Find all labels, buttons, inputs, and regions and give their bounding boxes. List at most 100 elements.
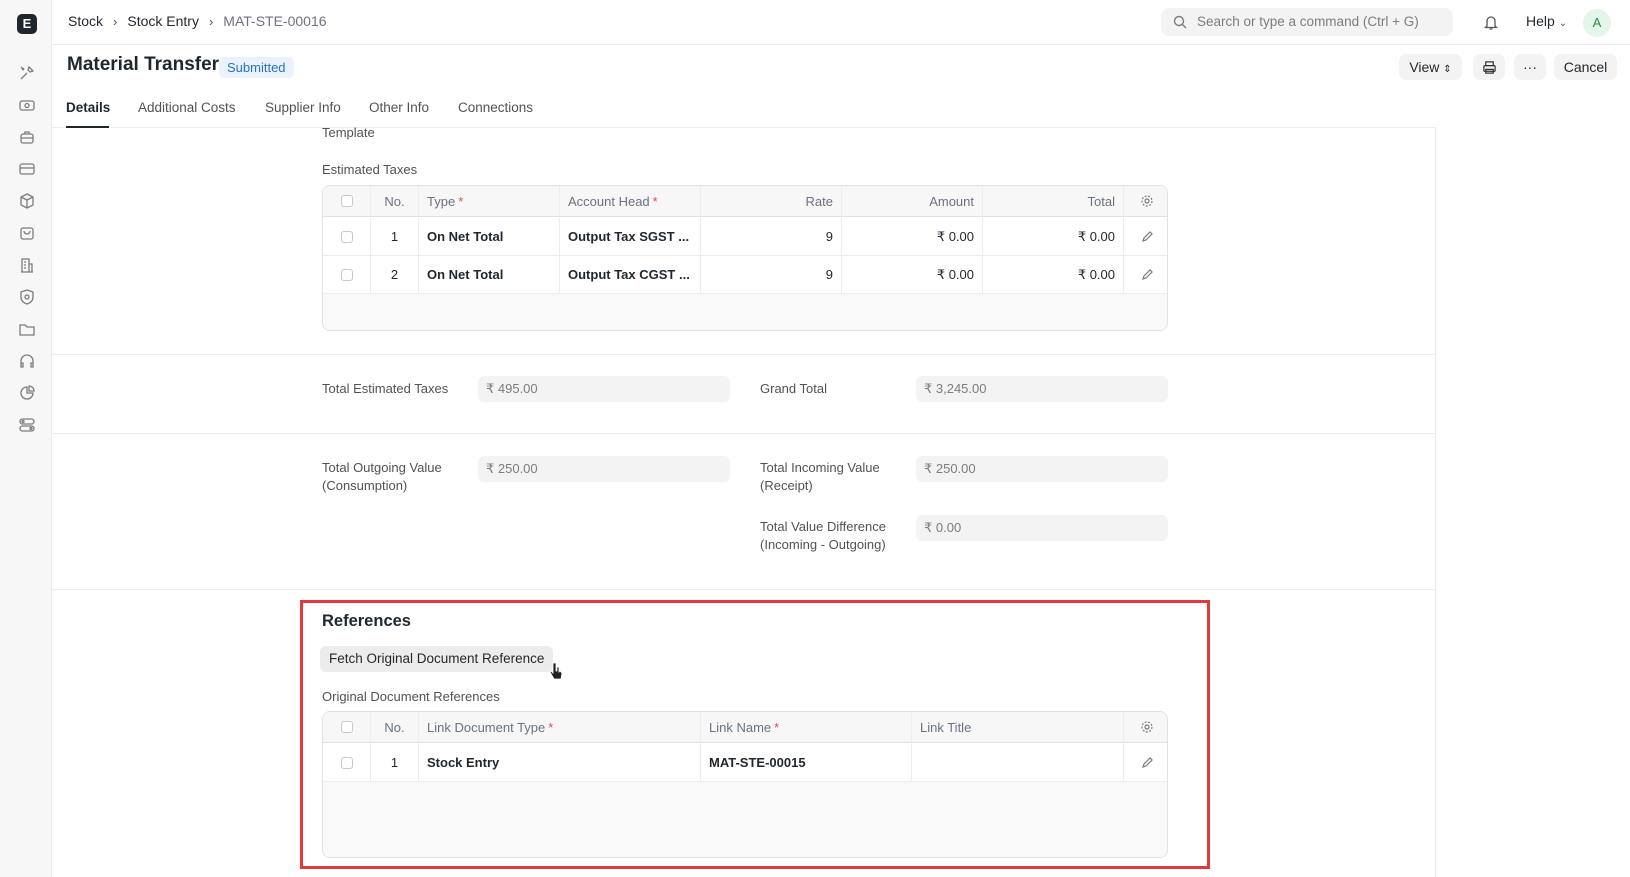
tab-other-info[interactable]: Other Info <box>369 100 429 115</box>
toggle-icon[interactable] <box>18 416 36 434</box>
row-rate[interactable]: 9 <box>701 256 842 293</box>
row-checkbox[interactable] <box>340 268 353 281</box>
col-type: Type * <box>419 186 560 216</box>
pie-chart-icon[interactable] <box>18 384 36 402</box>
app-logo[interactable]: E <box>17 14 37 34</box>
headset-icon[interactable] <box>18 352 36 370</box>
edit-row-button[interactable] <box>1124 744 1167 781</box>
chevron-down-icon: ⌄ <box>1558 18 1568 29</box>
tab-supplier-info[interactable]: Supplier Info <box>265 100 341 115</box>
taxes-table-header: No. Type * Account Head * Rate Amount Tota… <box>323 186 1167 217</box>
briefcase-icon[interactable] <box>18 128 36 146</box>
required-mark: * <box>774 719 780 735</box>
notification-bell-icon[interactable] <box>1482 13 1500 31</box>
col-amount: Amount <box>842 186 983 216</box>
total-outgoing-value-label: Total Outgoing Value (Consumption) <box>322 459 442 495</box>
table-row[interactable]: 2 On Net Total Output Tax CGST ... 9 ₹ 0… <box>323 256 1167 294</box>
select-all-checkbox[interactable] <box>340 721 353 733</box>
row-link-title[interactable] <box>912 744 1124 781</box>
table-footer <box>323 294 1167 330</box>
row-link-document-type[interactable]: Stock Entry <box>419 744 701 781</box>
shield-icon[interactable] <box>18 288 36 306</box>
total-value-difference-field[interactable]: ₹ 0.00 <box>916 515 1168 541</box>
select-all-checkbox[interactable] <box>340 195 353 207</box>
table-row[interactable]: 1 On Net Total Output Tax SGST ... 9 ₹ 0… <box>323 218 1167 256</box>
page-title: Material Transfer <box>67 54 220 75</box>
references-table-header: No. Link Document Type * Link Name * Link … <box>323 712 1167 743</box>
tools-icon[interactable] <box>18 64 36 82</box>
folder-icon[interactable] <box>18 320 36 338</box>
page-header: Material Transfer Submitted View ⇕ ··· C… <box>52 45 1630 90</box>
search-icon <box>1173 15 1187 29</box>
help-menu[interactable]: Help ⌄ <box>1526 13 1567 29</box>
col-link-title: Link Title <box>912 712 1124 742</box>
row-checkbox-cell <box>323 218 371 255</box>
select-all-checkbox-cell <box>323 712 371 742</box>
total-outgoing-value-field[interactable]: ₹ 250.00 <box>478 456 730 482</box>
column-settings-button[interactable] <box>1124 186 1167 216</box>
pencil-icon <box>1141 268 1153 280</box>
printer-icon <box>1482 61 1496 74</box>
column-settings-button[interactable] <box>1124 712 1167 742</box>
print-button[interactable] <box>1473 54 1505 80</box>
row-amount[interactable]: ₹ 0.00 <box>842 218 983 255</box>
fetch-original-document-reference-button[interactable]: Fetch Original Document Reference <box>320 646 554 672</box>
tab-connections[interactable]: Connections <box>458 100 533 115</box>
section-divider <box>52 433 1436 434</box>
search-placeholder: Search or type a command (Ctrl + G) <box>1197 14 1419 29</box>
breadcrumb: Stock › Stock Entry › MAT-STE-00016 <box>68 13 327 29</box>
total-value-difference-label: Total Value Difference (Incoming - Outgo… <box>760 518 886 554</box>
grand-total-label: Grand Total <box>760 381 827 396</box>
total-estimated-taxes-field[interactable]: ₹ 495.00 <box>478 376 730 402</box>
box-icon[interactable] <box>18 192 36 210</box>
col-account-head: Account Head * <box>560 186 701 216</box>
breadcrumb-current[interactable]: MAT-STE-00016 <box>223 13 326 29</box>
money-icon[interactable] <box>18 96 36 114</box>
edit-row-button[interactable] <box>1124 218 1167 255</box>
taxes-table: No. Type * Account Head * Rate Amount Tota… <box>322 185 1168 331</box>
references-table: No. Link Document Type * Link Name * Link … <box>322 711 1168 858</box>
breadcrumb-stock[interactable]: Stock <box>68 13 103 29</box>
row-total[interactable]: ₹ 0.00 <box>983 256 1124 293</box>
table-footer <box>323 782 1167 857</box>
breadcrumb-stock-entry[interactable]: Stock Entry <box>127 13 199 29</box>
sidebar: E <box>0 0 52 877</box>
avatar[interactable]: A <box>1583 9 1611 37</box>
total-incoming-value-field[interactable]: ₹ 250.00 <box>916 456 1168 482</box>
row-checkbox[interactable] <box>340 230 353 243</box>
edit-row-button[interactable] <box>1124 256 1167 293</box>
row-amount[interactable]: ₹ 0.00 <box>842 256 983 293</box>
search-input[interactable]: Search or type a command (Ctrl + G) <box>1161 8 1453 36</box>
more-button[interactable]: ··· <box>1514 54 1546 80</box>
section-divider <box>52 589 1436 590</box>
pencil-icon <box>1141 756 1153 768</box>
col-total: Total <box>983 186 1124 216</box>
total-estimated-taxes-label: Total Estimated Taxes <box>322 381 449 396</box>
grand-total-field[interactable]: ₹ 3,245.00 <box>916 376 1168 402</box>
tab-additional-costs[interactable]: Additional Costs <box>138 100 236 115</box>
required-mark: * <box>458 193 464 209</box>
building-icon[interactable] <box>18 256 36 274</box>
cancel-button[interactable]: Cancel <box>1554 54 1617 80</box>
row-link-name[interactable]: MAT-STE-00015 <box>701 744 912 781</box>
col-no: No. <box>371 186 419 216</box>
row-checkbox[interactable] <box>340 756 353 769</box>
help-label: Help <box>1526 13 1555 29</box>
row-total[interactable]: ₹ 0.00 <box>983 218 1124 255</box>
row-no: 1 <box>371 744 419 781</box>
select-all-checkbox-cell <box>323 186 371 216</box>
col-account-head-label: Account Head <box>568 193 650 209</box>
row-type[interactable]: On Net Total <box>419 218 560 255</box>
shopping-bag-icon[interactable] <box>18 224 36 242</box>
row-account-head[interactable]: Output Tax CGST ... <box>560 256 701 293</box>
row-account-head[interactable]: Output Tax SGST ... <box>560 218 701 255</box>
table-row[interactable]: 1 Stock Entry MAT-STE-00015 <box>323 744 1167 782</box>
section-divider <box>52 354 1436 355</box>
outgoing-label-line1: Total Outgoing Value <box>322 460 442 475</box>
card-icon[interactable] <box>18 160 36 178</box>
original-document-references-label: Original Document References <box>322 689 500 704</box>
view-button[interactable]: View ⇕ <box>1399 54 1462 80</box>
row-type[interactable]: On Net Total <box>419 256 560 293</box>
tab-details[interactable]: Details <box>66 100 110 115</box>
row-rate[interactable]: 9 <box>701 218 842 255</box>
